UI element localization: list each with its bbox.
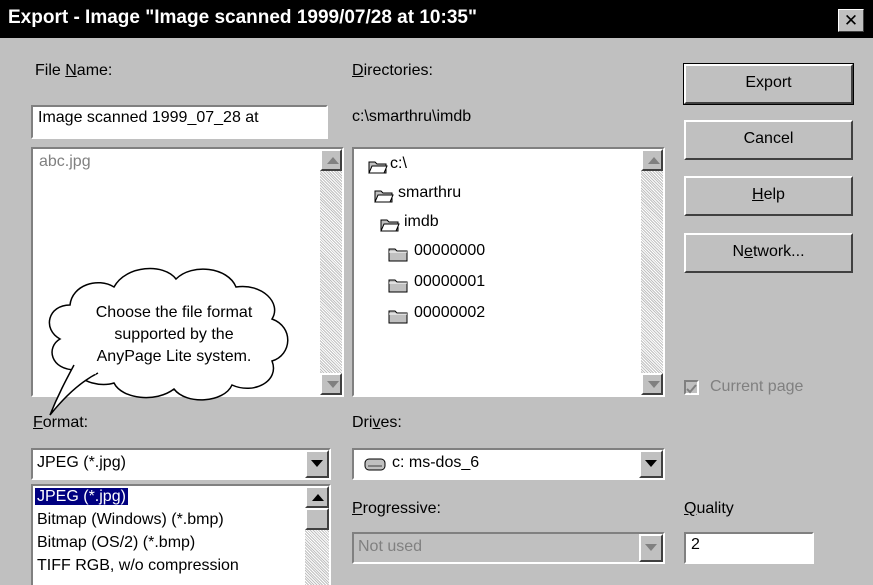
progressive-selected-value: Not used [358, 538, 423, 555]
tree-item-smarthru[interactable]: smarthru [398, 184, 461, 202]
network-button[interactable]: Network... [684, 233, 853, 273]
scroll-thumb[interactable] [305, 508, 329, 530]
up-arrow-icon [312, 494, 324, 501]
format-list-scrollbar[interactable] [305, 486, 329, 585]
format-option[interactable]: Bitmap (OS/2) (*.bmp) [37, 534, 195, 552]
current-page-label: Current page [710, 378, 804, 395]
progressive-dropdown[interactable]: Not used [352, 532, 665, 564]
format-dropdown[interactable]: JPEG (*.jpg) [31, 448, 331, 480]
file-list-item[interactable]: abc.jpg [39, 153, 91, 171]
scroll-up-button[interactable] [320, 149, 342, 171]
callout-text: Choose the file format supported by the … [95, 304, 253, 365]
tree-item-00000000[interactable]: 00000000 [414, 242, 485, 260]
down-arrow-icon [648, 381, 660, 388]
quality-input[interactable]: 2 [684, 532, 814, 564]
format-options-list[interactable]: JPEG (*.jpg) Bitmap (Windows) (*.bmp) Bi… [31, 484, 331, 585]
cancel-button[interactable]: Cancel [684, 120, 853, 160]
format-option[interactable]: Bitmap (Windows) (*.bmp) [37, 511, 224, 529]
chevron-down-icon [645, 460, 657, 467]
file-name-label: File Name: [35, 62, 113, 79]
chevron-down-icon [311, 460, 323, 467]
drives-selected-value: c: ms-dos_6 [392, 454, 480, 471]
up-arrow-icon [648, 157, 660, 164]
scroll-down-button[interactable] [641, 373, 663, 395]
down-arrow-icon [327, 381, 339, 388]
format-label: Format: [33, 414, 89, 431]
up-arrow-icon [327, 157, 339, 164]
quality-label: Quality [684, 500, 734, 517]
open-folder-icon [374, 188, 394, 204]
directory-tree[interactable]: c:\ smarthru imdb 00000000 00000001 0000… [352, 147, 665, 397]
progressive-dropdown-button[interactable] [639, 534, 663, 562]
file-list-scrollbar[interactable] [320, 149, 342, 395]
folder-icon [388, 277, 408, 293]
current-directory-path: c:\smarthru\imdb [352, 108, 472, 125]
export-dialog: Export - Image "Image scanned 1999/07/28… [0, 0, 873, 585]
export-button[interactable]: Export [683, 63, 854, 105]
format-option[interactable]: TIFF RGB, w/o compression [37, 557, 239, 575]
tree-item-c-root[interactable]: c:\ [390, 155, 407, 173]
title-bar[interactable]: Export - Image "Image scanned 1999/07/28… [0, 0, 873, 38]
folder-icon [388, 308, 408, 324]
drives-label: Drives: [352, 414, 402, 431]
checkmark-icon [686, 384, 697, 394]
tree-item-00000002[interactable]: 00000002 [414, 304, 485, 322]
format-selected-value: JPEG (*.jpg) [37, 454, 126, 471]
hard-drive-icon [364, 458, 386, 471]
open-folder-icon [368, 159, 388, 175]
progressive-label: Progressive: [352, 500, 441, 517]
directory-tree-scrollbar[interactable] [641, 149, 663, 395]
file-name-input[interactable]: Image scanned 1999_07_28 at [31, 105, 328, 139]
close-icon: ✕ [843, 11, 859, 30]
current-page-checkbox[interactable] [684, 380, 699, 395]
chevron-down-icon [645, 544, 657, 551]
close-button[interactable]: ✕ [838, 9, 864, 32]
format-option[interactable]: JPEG (*.jpg) [35, 488, 128, 506]
tree-item-imdb[interactable]: imdb [404, 213, 439, 231]
scroll-up-button[interactable] [305, 486, 329, 508]
help-button[interactable]: Help [684, 176, 853, 216]
scroll-up-button[interactable] [641, 149, 663, 171]
window-title: Export - Image "Image scanned 1999/07/28… [8, 7, 477, 28]
open-folder-icon [380, 217, 400, 233]
drives-dropdown-button[interactable] [639, 450, 663, 478]
drives-dropdown[interactable]: c: ms-dos_6 [352, 448, 665, 480]
directories-label: Directories: [352, 62, 433, 79]
folder-icon [388, 246, 408, 262]
scroll-down-button[interactable] [320, 373, 342, 395]
tree-item-00000001[interactable]: 00000001 [414, 273, 485, 291]
format-dropdown-button[interactable] [305, 450, 329, 478]
